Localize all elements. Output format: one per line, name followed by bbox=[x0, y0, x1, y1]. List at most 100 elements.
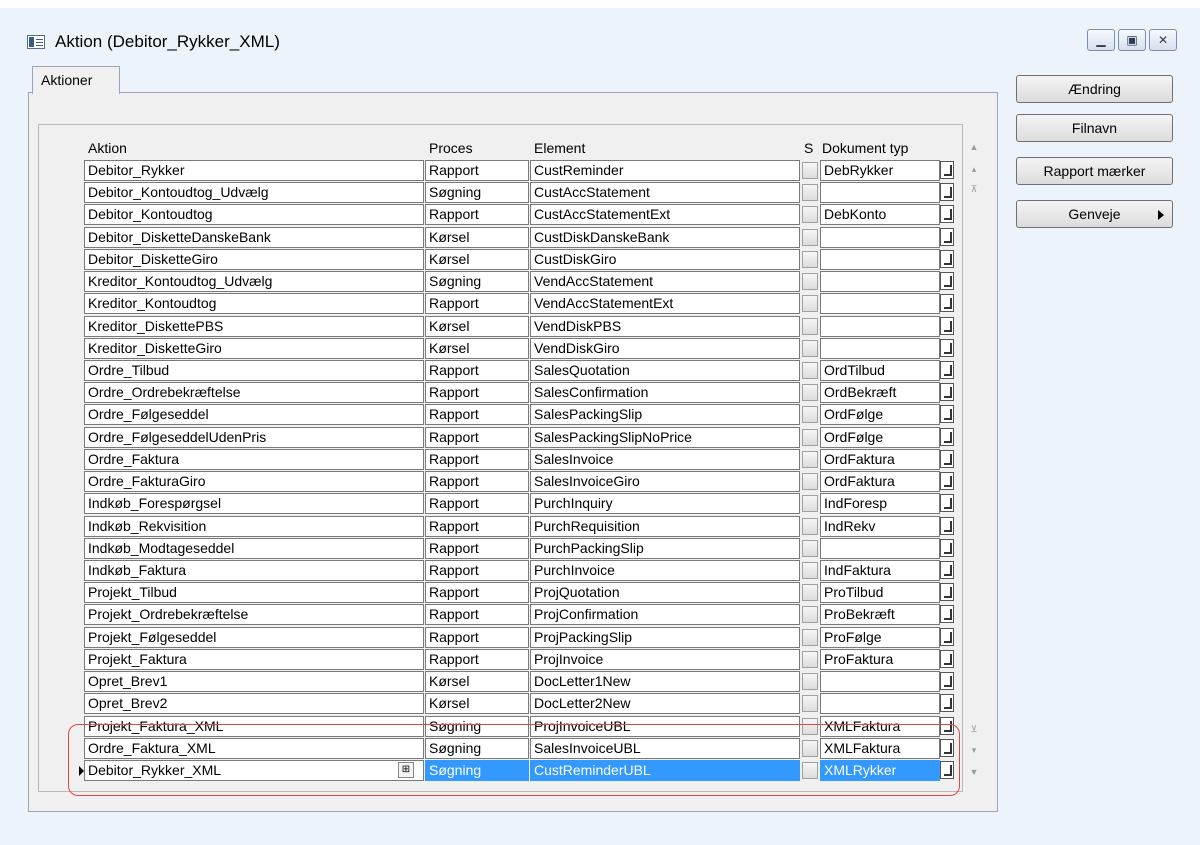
row-lookup-button[interactable] bbox=[940, 583, 954, 601]
column-header-element[interactable]: Element bbox=[534, 138, 585, 158]
cell-aktion[interactable]: Projekt_Ordrebekræftelse bbox=[84, 604, 424, 625]
close-button[interactable]: ✕ bbox=[1149, 29, 1177, 51]
cell-s-checkbox[interactable] bbox=[802, 384, 818, 401]
cell-dokument-typ[interactable] bbox=[820, 671, 940, 692]
cell-element[interactable]: SalesInvoiceUBL bbox=[530, 738, 800, 759]
cell-element[interactable]: CustReminderUBL bbox=[530, 760, 800, 781]
cell-s-checkbox[interactable] bbox=[802, 184, 818, 201]
cell-s-checkbox[interactable] bbox=[802, 718, 818, 735]
cell-element[interactable]: PurchInquiry bbox=[530, 493, 800, 514]
cell-element[interactable]: CustReminder bbox=[530, 160, 800, 181]
cell-dokument-typ[interactable]: XMLFaktura bbox=[820, 738, 940, 759]
cell-element[interactable]: SalesInvoice bbox=[530, 449, 800, 470]
table-row[interactable]: Debitor_Kontoudtog Rapport CustAccStatemen… bbox=[54, 204, 960, 226]
tab-aktioner[interactable]: Aktioner bbox=[32, 66, 120, 94]
cell-dokument-typ[interactable]: OrdTilbud bbox=[820, 360, 940, 381]
cell-dokument-typ[interactable]: IndFaktura bbox=[820, 560, 940, 581]
cell-element[interactable]: PurchPackingSlip bbox=[530, 538, 800, 559]
cell-proces[interactable]: Rapport bbox=[425, 427, 529, 448]
cell-s-checkbox[interactable] bbox=[802, 673, 818, 690]
cell-element[interactable]: ProjInvoice bbox=[530, 649, 800, 670]
cell-aktion[interactable]: Ordre_Faktura_XML bbox=[84, 738, 424, 759]
row-lookup-button[interactable] bbox=[940, 672, 954, 690]
cell-dokument-typ[interactable] bbox=[820, 249, 940, 270]
scroll-last-icon[interactable]: ▼ bbox=[968, 767, 980, 777]
row-lookup-button[interactable] bbox=[940, 628, 954, 646]
cell-aktion[interactable]: Opret_Brev1 bbox=[84, 671, 424, 692]
cell-element[interactable]: PurchInvoice bbox=[530, 560, 800, 581]
cell-aktion[interactable]: Ordre_Faktura bbox=[84, 449, 424, 470]
cell-proces[interactable]: Søgning bbox=[425, 760, 529, 781]
cell-dokument-typ[interactable]: IndRekv bbox=[820, 516, 940, 537]
cell-dokument-typ[interactable] bbox=[820, 693, 940, 714]
table-row[interactable]: Debitor_DisketteDanskeBank Kørsel CustDisk… bbox=[54, 227, 960, 249]
cell-s-checkbox[interactable] bbox=[802, 451, 818, 468]
row-lookup-button[interactable] bbox=[940, 405, 954, 423]
cell-proces[interactable]: Rapport bbox=[425, 293, 529, 314]
cell-element[interactable]: VendDiskPBS bbox=[530, 316, 800, 337]
row-lookup-button[interactable] bbox=[940, 272, 954, 290]
cell-dokument-typ[interactable] bbox=[820, 316, 940, 337]
table-row[interactable]: Indkøb_Forespørgsel Rapport PurchInquiry In… bbox=[54, 493, 960, 515]
cell-aktion[interactable]: Debitor_Kontoudtog bbox=[84, 204, 424, 225]
cell-s-checkbox[interactable] bbox=[802, 295, 818, 312]
cell-s-checkbox[interactable] bbox=[802, 318, 818, 335]
cell-aktion[interactable]: Debitor_DisketteGiro bbox=[84, 249, 424, 270]
cell-aktion[interactable]: Debitor_Rykker_XML bbox=[84, 760, 424, 781]
scroll-page-down-icon[interactable]: ▾ bbox=[968, 745, 980, 755]
cell-aktion[interactable]: Indkøb_Forespørgsel bbox=[84, 493, 424, 514]
cell-s-checkbox[interactable] bbox=[802, 606, 818, 623]
cell-proces[interactable]: Rapport bbox=[425, 382, 529, 403]
cell-element[interactable]: SalesPackingSlipNoPrice bbox=[530, 427, 800, 448]
cell-element[interactable]: VendAccStatement bbox=[530, 271, 800, 292]
cell-s-checkbox[interactable] bbox=[802, 762, 818, 779]
cell-proces[interactable]: Rapport bbox=[425, 627, 529, 648]
table-row[interactable]: Projekt_Faktura_XML Søgning ProjInvoiceUBL… bbox=[54, 716, 960, 738]
cell-proces[interactable]: Søgning bbox=[425, 271, 529, 292]
table-row[interactable]: Projekt_Faktura Rapport ProjInvoice ProFakt… bbox=[54, 649, 960, 671]
cell-proces[interactable]: Kørsel bbox=[425, 338, 529, 359]
row-lookup-button[interactable] bbox=[940, 650, 954, 668]
cell-dokument-typ[interactable] bbox=[820, 338, 940, 359]
cell-proces[interactable]: Rapport bbox=[425, 404, 529, 425]
table-row[interactable]: Kreditor_Kontoudtog Rapport VendAccStateme… bbox=[54, 293, 960, 315]
cell-element[interactable]: CustAccStatementExt bbox=[530, 204, 800, 225]
cell-element[interactable]: SalesQuotation bbox=[530, 360, 800, 381]
table-row[interactable]: Ordre_Faktura_XML Søgning SalesInvoiceUBL X… bbox=[54, 738, 960, 760]
cell-aktion[interactable]: Kreditor_Kontoudtog_Udvælg bbox=[84, 271, 424, 292]
cell-proces[interactable]: Rapport bbox=[425, 604, 529, 625]
cell-element[interactable]: ProjInvoiceUBL bbox=[530, 716, 800, 737]
table-row[interactable]: Indkøb_Faktura Rapport PurchInvoice IndFakt… bbox=[54, 560, 960, 582]
rapport-maerker-button[interactable]: Rapport mærker bbox=[1016, 157, 1173, 185]
row-lookup-button[interactable] bbox=[940, 494, 954, 512]
cell-dokument-typ[interactable] bbox=[820, 538, 940, 559]
cell-dokument-typ[interactable]: OrdFaktura bbox=[820, 449, 940, 470]
table-row[interactable]: Ordre_FakturaGiro Rapport SalesInvoiceGiro… bbox=[54, 471, 960, 493]
cell-element[interactable]: CustDiskDanskeBank bbox=[530, 227, 800, 248]
row-lookup-button[interactable] bbox=[940, 694, 954, 712]
genveje-button[interactable]: Genveje bbox=[1016, 200, 1173, 228]
cell-s-checkbox[interactable] bbox=[802, 362, 818, 379]
cell-aktion[interactable]: Ordre_Ordrebekræftelse bbox=[84, 382, 424, 403]
cell-dokument-typ[interactable]: ProFaktura bbox=[820, 649, 940, 670]
cell-proces[interactable]: Rapport bbox=[425, 449, 529, 470]
cell-aktion[interactable]: Indkøb_Faktura bbox=[84, 560, 424, 581]
cell-s-checkbox[interactable] bbox=[802, 518, 818, 535]
cell-s-checkbox[interactable] bbox=[802, 473, 818, 490]
cell-s-checkbox[interactable] bbox=[802, 429, 818, 446]
table-row[interactable]: Ordre_Ordrebekræftelse Rapport SalesConfir… bbox=[54, 382, 960, 404]
row-lookup-button[interactable] bbox=[940, 472, 954, 490]
cell-s-checkbox[interactable] bbox=[802, 629, 818, 646]
table-row[interactable]: Indkøb_Modtageseddel Rapport PurchPackingS… bbox=[54, 538, 960, 560]
cell-element[interactable]: ProjConfirmation bbox=[530, 604, 800, 625]
table-row[interactable]: Kreditor_DiskettePBS Kørsel VendDiskPBS bbox=[54, 316, 960, 338]
cell-s-checkbox[interactable] bbox=[802, 562, 818, 579]
table-row[interactable]: Kreditor_Kontoudtog_Udvælg Søgning VendAcc… bbox=[54, 271, 960, 293]
cell-dokument-typ[interactable]: DebKonto bbox=[820, 204, 940, 225]
cell-dokument-typ[interactable]: XMLFaktura bbox=[820, 716, 940, 737]
row-lookup-button[interactable] bbox=[940, 517, 954, 535]
row-lookup-button[interactable] bbox=[940, 228, 954, 246]
cell-element[interactable]: SalesConfirmation bbox=[530, 382, 800, 403]
scroll-down-icon[interactable]: ⊻ bbox=[968, 724, 980, 734]
row-lookup-button[interactable] bbox=[940, 183, 954, 201]
